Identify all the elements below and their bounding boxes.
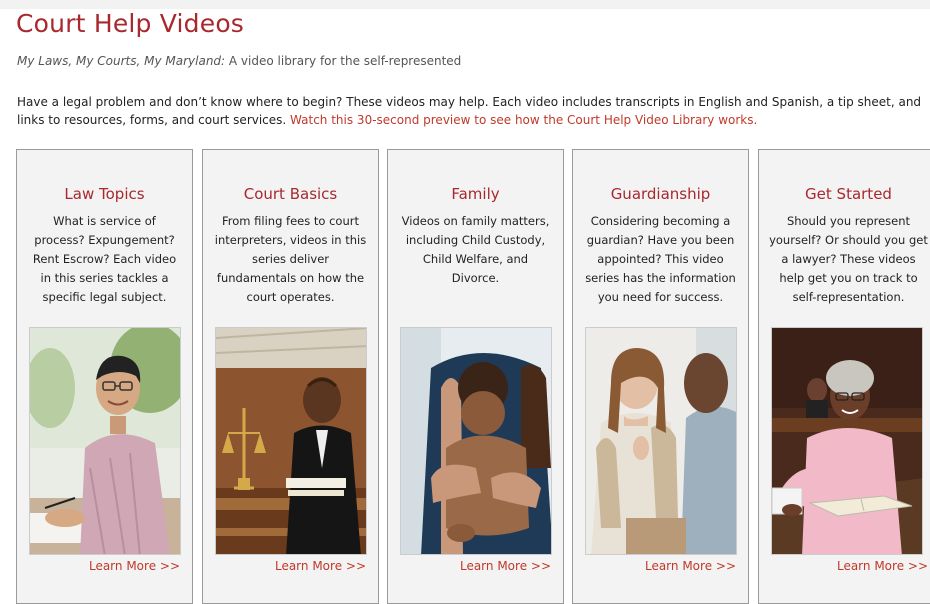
- family-photo[interactable]: [400, 327, 552, 555]
- card-family: Family Videos on family matters, includi…: [387, 149, 564, 604]
- card-title[interactable]: Get Started: [759, 185, 930, 203]
- card-get-started: Get Started Should you represent yoursel…: [758, 149, 930, 604]
- preview-video-link[interactable]: Watch this 30-second preview to see how …: [290, 113, 757, 127]
- card-guardianship: Guardianship Considering becoming a guar…: [572, 149, 749, 604]
- card-title[interactable]: Family: [388, 185, 563, 203]
- intro-paragraph: Have a legal problem and don’t know wher…: [17, 93, 930, 129]
- page-subtitle: My Laws, My Courts, My Maryland: A video…: [17, 54, 461, 68]
- learn-more-link[interactable]: Learn More >>: [275, 559, 366, 573]
- get-started-photo[interactable]: [771, 327, 923, 555]
- page-title: Court Help Videos: [16, 9, 245, 38]
- law-topics-photo[interactable]: [29, 327, 181, 555]
- page: Court Help Videos My Laws, My Courts, My…: [0, 0, 930, 604]
- card-court-basics: Court Basics From filing fees to court i…: [202, 149, 379, 604]
- card-title[interactable]: Guardianship: [573, 185, 748, 203]
- guardianship-photo[interactable]: [585, 327, 737, 555]
- court-basics-photo[interactable]: [215, 327, 367, 555]
- card-description: From filing fees to court interpreters, …: [214, 214, 367, 304]
- card-description: Considering becoming a guardian? Have yo…: [585, 214, 736, 304]
- card-title[interactable]: Law Topics: [17, 185, 192, 203]
- card-description: Should you represent yourself? Or should…: [769, 214, 928, 304]
- card-law-topics: Law Topics What is service of process? E…: [16, 149, 193, 604]
- top-bar: [0, 0, 930, 9]
- subtitle-description: A video library for the self-represented: [225, 54, 462, 68]
- video-series-cards: Law Topics What is service of process? E…: [16, 149, 930, 604]
- card-description: Videos on family matters, including Chil…: [401, 214, 550, 285]
- card-description: What is service of process? Expungement?…: [32, 214, 177, 304]
- learn-more-link[interactable]: Learn More >>: [645, 559, 736, 573]
- learn-more-link[interactable]: Learn More >>: [89, 559, 180, 573]
- learn-more-link[interactable]: Learn More >>: [460, 559, 551, 573]
- card-title[interactable]: Court Basics: [203, 185, 378, 203]
- subtitle-tagline: My Laws, My Courts, My Maryland:: [17, 54, 226, 68]
- learn-more-link[interactable]: Learn More >>: [837, 559, 928, 573]
